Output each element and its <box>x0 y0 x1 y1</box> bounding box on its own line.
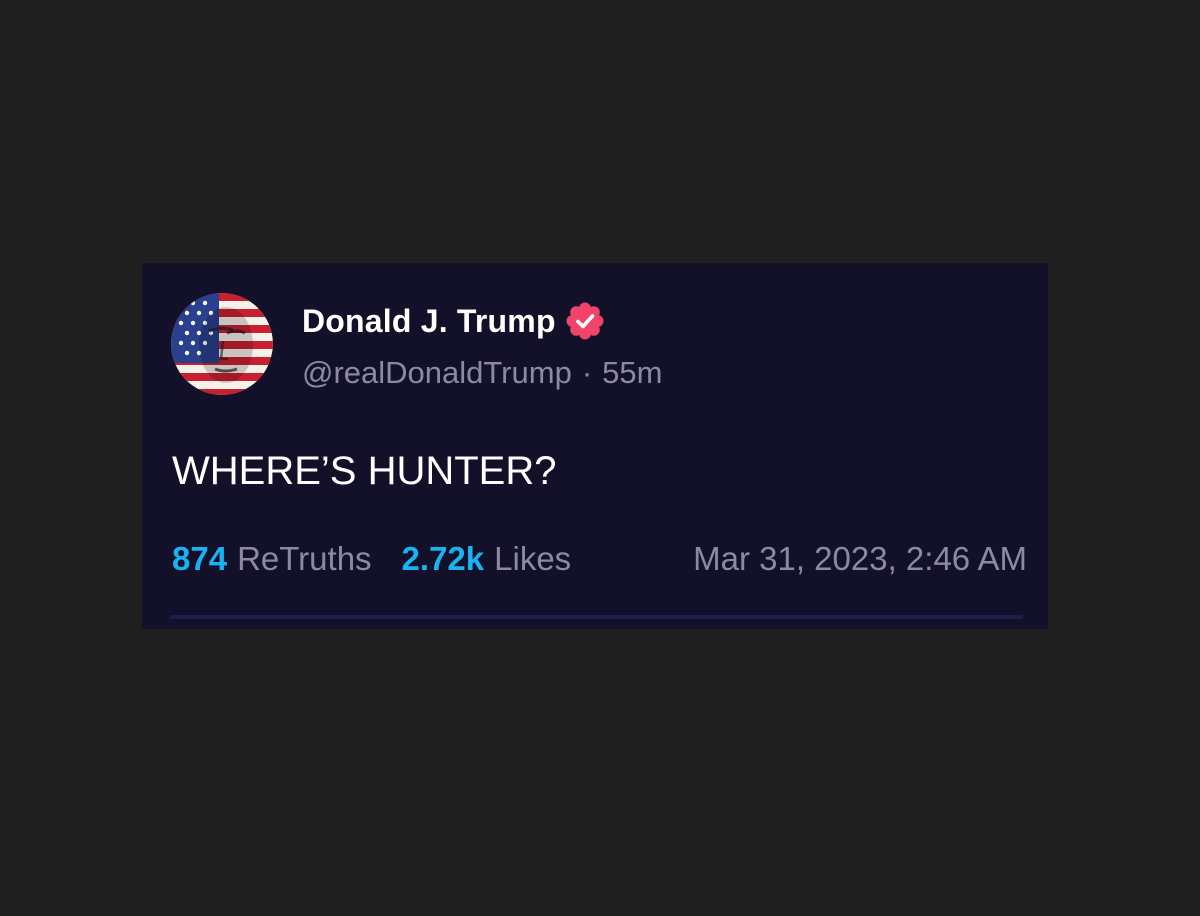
author-handle[interactable]: @realDonaldTrump <box>302 355 572 391</box>
author-meta-row: @realDonaldTrump · 55m <box>302 353 662 393</box>
retruths-count: 874 <box>172 540 228 577</box>
post-time-ago[interactable]: 55m <box>602 355 662 391</box>
likes-label: Likes <box>494 540 572 577</box>
post-text: WHERE’S HUNTER? <box>172 449 557 493</box>
author-avatar[interactable] <box>171 293 273 395</box>
retruths-label: ReTruths <box>237 540 372 577</box>
author-name-row: Donald J. Trump <box>302 301 604 341</box>
author-display-name[interactable]: Donald J. Trump <box>302 303 556 340</box>
retruths-stat[interactable]: 874 ReTruths <box>172 540 372 578</box>
post-timestamp: Mar 31, 2023, 2:46 AM <box>693 540 1027 577</box>
likes-stat[interactable]: 2.72k Likes <box>402 540 572 578</box>
avatar-image-icon <box>171 293 273 395</box>
post-stats: 874 ReTruths 2.72k Likes Mar 31, 2023, 2… <box>172 538 1027 580</box>
verified-badge-icon <box>566 302 604 340</box>
likes-count: 2.72k <box>401 540 485 577</box>
meta-separator: · <box>581 355 593 390</box>
truth-post-card: Donald J. Trump @realDonaldTrump · 55m W… <box>142 263 1048 629</box>
divider <box>170 615 1023 619</box>
